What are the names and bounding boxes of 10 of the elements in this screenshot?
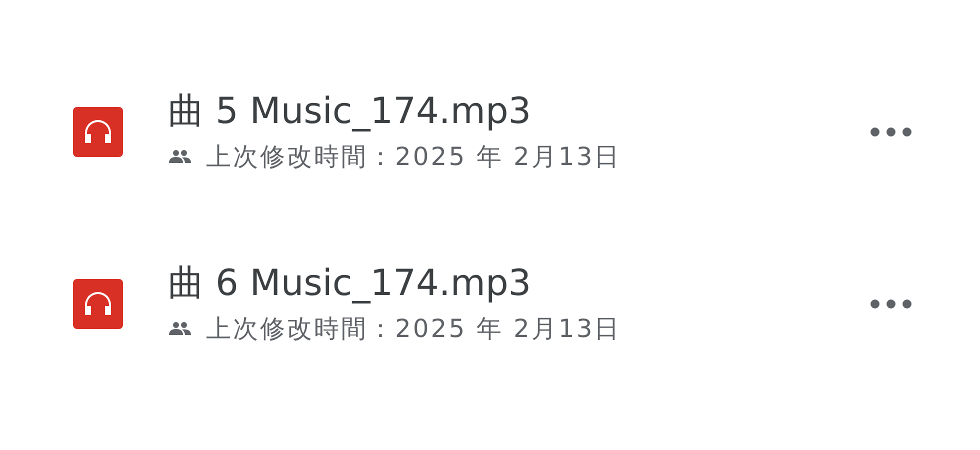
more-icon (870, 299, 914, 309)
headphones-icon (73, 107, 123, 157)
more-icon (870, 127, 914, 137)
more-button[interactable] (870, 299, 914, 309)
file-name: 曲 5 Music_174.mp3 (168, 92, 532, 132)
modified-date: 上次修改時間：2025 年 2月13日 (206, 142, 622, 172)
file-name: 曲 6 Music_174.mp3 (168, 264, 532, 304)
more-button[interactable] (870, 127, 914, 137)
modified-date: 上次修改時間：2025 年 2月13日 (206, 314, 622, 344)
headphones-icon (73, 279, 123, 329)
